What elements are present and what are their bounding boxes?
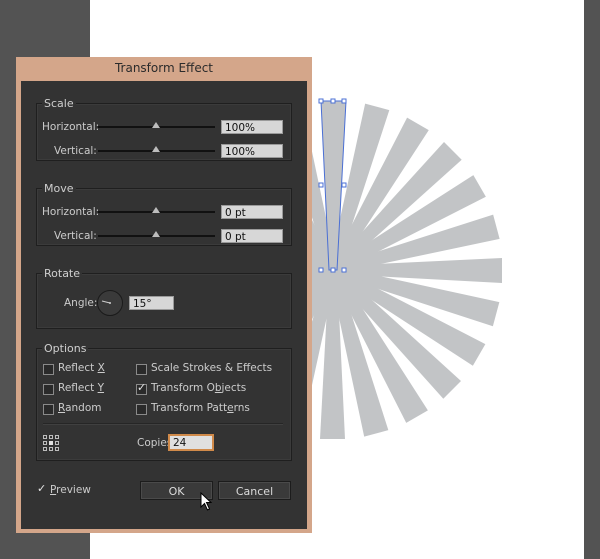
random-checkbox[interactable] bbox=[43, 404, 54, 415]
scale-legend: Scale bbox=[42, 97, 76, 110]
move-legend: Move bbox=[42, 182, 76, 195]
move-vertical-input[interactable]: 0 pt bbox=[221, 229, 283, 243]
scale-vertical-slider-thumb[interactable] bbox=[152, 146, 160, 152]
rotate-legend: Rotate bbox=[42, 267, 83, 280]
scale-horizontal-input[interactable]: 100% bbox=[221, 120, 283, 134]
dialog-title[interactable]: Transform Effect bbox=[16, 57, 312, 79]
dialog-body: Scale Horizontal: 100% Vertical: 100% Mo… bbox=[21, 81, 307, 529]
selection-handle[interactable] bbox=[330, 98, 336, 104]
transform-objects-label[interactable]: Transform Objects bbox=[151, 382, 246, 394]
selection-handle[interactable] bbox=[318, 182, 324, 188]
copies-label: Copies bbox=[137, 437, 173, 449]
scale-vertical-label: Vertical: bbox=[54, 145, 97, 157]
reflect-y-label[interactable]: Reflect Y bbox=[58, 382, 104, 394]
rotate-angle-input[interactable]: 15° bbox=[129, 296, 174, 310]
cancel-button[interactable]: Cancel bbox=[218, 481, 291, 500]
transform-effect-dialog: Transform Effect Scale Horizontal: 100% … bbox=[16, 57, 312, 533]
scale-horizontal-label: Horizontal: bbox=[42, 121, 100, 133]
move-vertical-slider-thumb[interactable] bbox=[152, 231, 160, 237]
move-horizontal-slider-thumb[interactable] bbox=[152, 207, 160, 213]
selection-handle[interactable] bbox=[318, 267, 324, 273]
selection-handle[interactable] bbox=[330, 267, 336, 273]
move-vertical-label: Vertical: bbox=[54, 230, 97, 242]
reflect-x-label[interactable]: Reflect X bbox=[58, 362, 105, 374]
copies-input[interactable]: 24 bbox=[168, 434, 214, 451]
options-legend: Options bbox=[42, 342, 89, 355]
reference-point-grid-icon[interactable] bbox=[43, 435, 59, 451]
scale-strokes-label[interactable]: Scale Strokes & Effects bbox=[151, 362, 272, 374]
transform-patterns-label[interactable]: Transform Patterns bbox=[151, 402, 250, 414]
rotate-angle-label: Angle: bbox=[64, 297, 98, 309]
scale-strokes-checkbox[interactable] bbox=[136, 364, 147, 375]
selection-handle[interactable] bbox=[318, 98, 324, 104]
random-label[interactable]: Random bbox=[58, 402, 102, 414]
selection-handle[interactable] bbox=[341, 267, 347, 273]
scale-vertical-input[interactable]: 100% bbox=[221, 144, 283, 158]
move-horizontal-label: Horizontal: bbox=[42, 206, 100, 218]
angle-dial-icon[interactable] bbox=[96, 289, 124, 317]
transform-patterns-checkbox[interactable] bbox=[136, 404, 147, 415]
checkmark-icon: ✓ bbox=[37, 482, 47, 495]
scale-horizontal-slider-thumb[interactable] bbox=[152, 122, 160, 128]
preview-label[interactable]: Preview bbox=[50, 484, 91, 496]
move-horizontal-input[interactable]: 0 pt bbox=[221, 205, 283, 219]
checkmark-icon: ✓ bbox=[137, 381, 147, 394]
mouse-cursor-icon bbox=[200, 492, 213, 511]
reflect-y-checkbox[interactable] bbox=[43, 384, 54, 395]
reflect-x-checkbox[interactable] bbox=[43, 364, 54, 375]
selection-handle[interactable] bbox=[341, 98, 347, 104]
selection-handle[interactable] bbox=[341, 182, 347, 188]
options-divider bbox=[43, 423, 283, 424]
